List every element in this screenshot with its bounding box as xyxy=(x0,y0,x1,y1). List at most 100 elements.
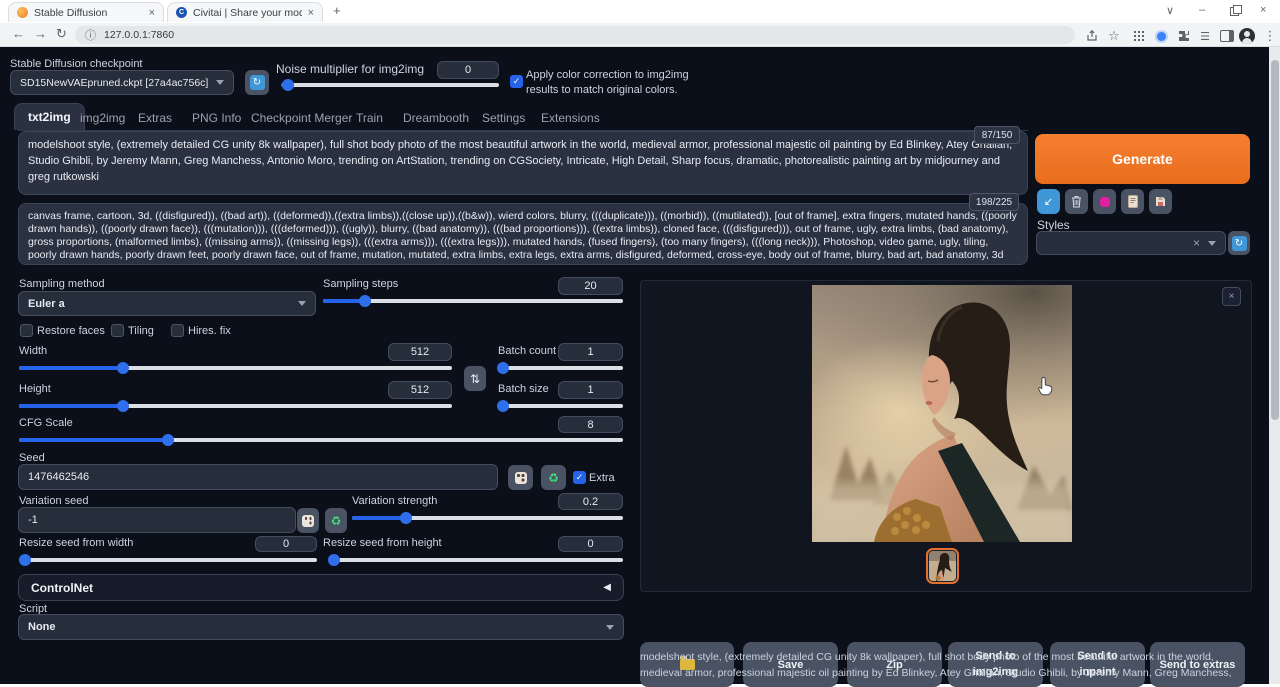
side-panel-icon[interactable] xyxy=(1219,28,1235,44)
tab-extensions[interactable]: Extensions xyxy=(541,111,600,125)
batch-count-slider[interactable] xyxy=(498,362,623,374)
swap-width-height-button[interactable]: ⇅ xyxy=(464,366,486,391)
tiling-checkbox[interactable] xyxy=(111,324,124,337)
resize-seed-height-slider[interactable] xyxy=(330,554,623,566)
save-style-button[interactable] xyxy=(1149,189,1172,214)
clear-prompt-button[interactable] xyxy=(1065,189,1088,214)
cfg-scale-slider[interactable] xyxy=(19,434,623,446)
browser-tabstrip: Stable Diffusion × C Civitai | Share you… xyxy=(0,0,1280,23)
width-slider[interactable] xyxy=(19,362,452,374)
resize-seed-width-value[interactable]: 0 xyxy=(255,536,317,552)
height-slider[interactable] xyxy=(19,400,452,412)
generate-button[interactable]: Generate xyxy=(1035,134,1250,184)
variation-strength-value[interactable]: 0.2 xyxy=(558,493,623,510)
browser-tab-stable-diffusion[interactable]: Stable Diffusion × xyxy=(8,2,164,22)
resize-seed-height-value[interactable]: 0 xyxy=(558,536,623,552)
width-label: Width xyxy=(19,345,47,357)
paste-params-button[interactable]: ↙ xyxy=(1037,189,1060,214)
tab-close-icon[interactable]: × xyxy=(149,7,155,19)
apps-grid-icon[interactable] xyxy=(1131,28,1147,44)
kebab-menu-icon[interactable]: ⋮ xyxy=(1262,28,1278,44)
sampling-steps-label: Sampling steps xyxy=(323,278,398,290)
resize-seed-height-label: Resize seed from height xyxy=(323,537,442,549)
tab-dreambooth[interactable]: Dreambooth xyxy=(403,111,469,125)
controlnet-accordion[interactable]: ControlNet ◀ xyxy=(18,574,624,601)
generated-image[interactable] xyxy=(812,285,1072,542)
window-menu-chevron-icon[interactable]: ∨ xyxy=(1166,4,1174,17)
cfg-scale-label: CFG Scale xyxy=(19,417,73,429)
styles-refresh-button[interactable]: ↻ xyxy=(1228,231,1250,255)
forward-icon[interactable]: → xyxy=(34,26,47,41)
browser-tab-civitai[interactable]: C Civitai | Share your models × xyxy=(167,2,323,22)
cfg-scale-value[interactable]: 8 xyxy=(558,416,623,433)
window-minimize-button[interactable]: – xyxy=(1199,4,1205,16)
chevron-down-icon xyxy=(606,625,614,630)
reading-list-icon[interactable]: ☰ xyxy=(1197,28,1213,44)
styles-dropdown[interactable]: × xyxy=(1036,231,1226,255)
tab-img2img[interactable]: img2img xyxy=(80,111,125,125)
hires-fix-checkbox[interactable] xyxy=(171,324,184,337)
checkpoint-refresh-button[interactable]: ↻ xyxy=(245,70,269,95)
clear-styles-icon[interactable]: × xyxy=(1193,236,1200,250)
prompt-token-counter: 87/150 xyxy=(974,126,1020,144)
tab-settings[interactable]: Settings xyxy=(482,111,525,125)
resize-seed-width-slider[interactable] xyxy=(19,554,317,566)
tab-png-info[interactable]: PNG Info xyxy=(192,111,241,125)
share-icon[interactable] xyxy=(1084,28,1100,44)
script-dropdown[interactable]: None xyxy=(18,614,624,640)
noise-multiplier-slider[interactable] xyxy=(281,79,499,91)
puzzle-extensions-icon[interactable] xyxy=(1176,28,1192,44)
tab-train[interactable]: Train xyxy=(356,111,383,125)
address-bar[interactable]: ⓘ 127.0.0.1:7860 xyxy=(75,26,1075,44)
batch-count-label: Batch count xyxy=(498,345,556,357)
profile-avatar[interactable] xyxy=(1239,28,1255,44)
batch-size-slider[interactable] xyxy=(498,400,623,412)
back-icon[interactable]: ← xyxy=(12,26,25,41)
tab-close-icon[interactable]: × xyxy=(308,7,314,19)
gallery-thumbnail[interactable] xyxy=(926,548,959,584)
trash-icon xyxy=(1071,195,1082,208)
variation-reuse-seed-button[interactable]: ♻ xyxy=(325,508,347,533)
sampling-method-dropdown[interactable]: Euler a xyxy=(18,291,316,316)
random-seed-button[interactable] xyxy=(508,465,533,490)
prompt-textarea[interactable]: modelshoot style, (extremely detailed CG… xyxy=(18,131,1028,195)
restore-faces-checkbox[interactable] xyxy=(20,324,33,337)
gradio-favicon xyxy=(17,7,28,18)
batch-size-value[interactable]: 1 xyxy=(558,381,623,399)
extra-networks-button[interactable] xyxy=(1093,189,1116,214)
check-icon: ✓ xyxy=(513,76,521,87)
seed-input[interactable]: 1476462546 xyxy=(18,464,498,490)
sampling-steps-slider[interactable] xyxy=(323,295,623,307)
tab-txt2img[interactable]: txt2img xyxy=(14,103,85,130)
variation-strength-slider[interactable] xyxy=(352,512,623,524)
close-preview-button[interactable]: × xyxy=(1222,287,1241,306)
noise-multiplier-value[interactable]: 0 xyxy=(437,61,499,79)
window-restore-button[interactable] xyxy=(1230,7,1239,16)
sampling-steps-value[interactable]: 20 xyxy=(558,277,623,295)
width-value[interactable]: 512 xyxy=(388,343,452,361)
negative-prompt-textarea[interactable]: canvas frame, cartoon, 3d, ((disfigured)… xyxy=(18,203,1028,265)
tab-checkpoint-merger[interactable]: Checkpoint Merger xyxy=(251,111,352,125)
extra-seed-checkbox[interactable]: ✓ xyxy=(573,471,586,484)
extension-blue-icon[interactable] xyxy=(1153,28,1169,44)
page-scrollbar[interactable] xyxy=(1269,47,1280,684)
bookmark-star-icon[interactable]: ☆ xyxy=(1106,28,1122,44)
reuse-seed-button[interactable]: ♻ xyxy=(541,465,566,490)
variation-seed-input[interactable]: -1 xyxy=(18,507,296,533)
scrollbar-thumb[interactable] xyxy=(1271,60,1279,420)
sampling-method-value: Euler a xyxy=(28,298,65,310)
color-correction-checkbox[interactable]: ✓ xyxy=(510,75,523,88)
batch-count-value[interactable]: 1 xyxy=(558,343,623,361)
tab-extras[interactable]: Extras xyxy=(138,111,172,125)
variation-random-seed-button[interactable] xyxy=(297,508,319,533)
new-tab-button[interactable]: + xyxy=(333,3,341,18)
window-close-button[interactable]: × xyxy=(1260,4,1266,16)
checkpoint-dropdown[interactable]: SD15NewVAEpruned.ckpt [27a4ac756c] xyxy=(10,70,234,95)
script-value: None xyxy=(28,621,56,633)
site-info-icon[interactable]: ⓘ xyxy=(85,27,96,43)
height-value[interactable]: 512 xyxy=(388,381,452,399)
batch-size-label: Batch size xyxy=(498,383,549,395)
tiling-label: Tiling xyxy=(128,325,154,337)
apply-style-button[interactable] xyxy=(1121,189,1144,214)
reload-icon[interactable]: ↻ xyxy=(56,26,67,42)
